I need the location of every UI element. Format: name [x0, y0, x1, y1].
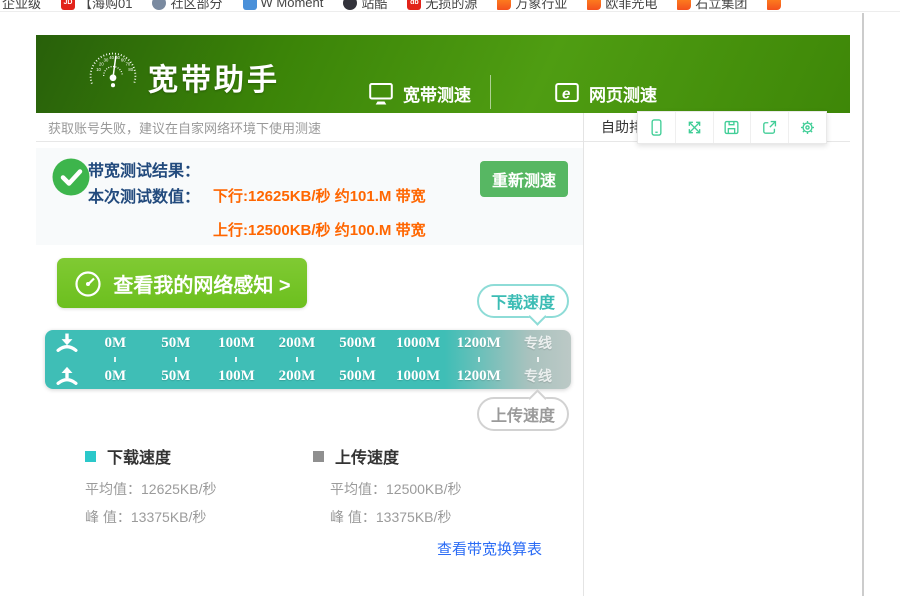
scale-tick — [537, 357, 539, 362]
share-button[interactable] — [751, 112, 789, 143]
svg-text:10: 10 — [96, 67, 101, 72]
svg-text:e: e — [562, 85, 570, 102]
bookmark-item[interactable]: db无损的源 — [407, 0, 477, 12]
result-subtitle: 本次测试数值： — [88, 183, 200, 207]
settings-button[interactable] — [789, 112, 826, 143]
scale-tick — [417, 357, 419, 362]
phone-icon — [647, 118, 666, 137]
retest-button[interactable]: 重新测速 — [480, 161, 568, 197]
svg-text:80: 80 — [128, 67, 133, 72]
download-result-value: 下行:12625KB/秒 约101.M 带宽 — [213, 185, 426, 206]
save-button[interactable] — [714, 112, 752, 143]
floating-toolbar — [637, 111, 827, 144]
ie-browser-icon: e — [554, 82, 580, 106]
success-check-icon — [52, 158, 90, 196]
bookmark-item[interactable]: W Moment — [243, 0, 324, 10]
bookmark-item[interactable]: 企业级 — [2, 0, 41, 12]
flame-icon — [587, 0, 601, 10]
download-average: 平均值：12625KB/秒 — [85, 479, 217, 499]
bandwidth-conversion-link[interactable]: 查看带宽换算表 — [437, 538, 542, 559]
app-title: 宽带助手 — [148, 55, 280, 99]
test-results-panel: 带宽测试结果： 本次测试数值： 下行:12625KB/秒 约101.M 带宽 上… — [36, 148, 583, 245]
bookmark-item[interactable]: 站酷 — [343, 0, 387, 12]
svg-text:30: 30 — [104, 57, 109, 62]
upload-peak: 峰 值：13375KB/秒 — [330, 507, 451, 527]
download-tray-icon — [49, 333, 85, 353]
export-share-icon — [760, 118, 779, 137]
db-icon: db — [407, 0, 421, 10]
mobile-view-button[interactable] — [638, 112, 676, 143]
upload-legend: 上传速度 — [313, 444, 399, 468]
network-perception-button[interactable]: 查看我的网络感知 > — [57, 258, 307, 308]
scale-tick — [175, 357, 177, 362]
download-legend: 下载速度 — [85, 444, 171, 468]
tab-webpage-speedtest[interactable]: e 网页测速 — [554, 81, 657, 106]
bookmark-item[interactable] — [767, 0, 785, 10]
tab-divider — [490, 75, 491, 109]
bookmark-item[interactable]: 社区部分 — [152, 0, 222, 12]
result-title: 带宽测试结果： — [88, 157, 200, 181]
svg-text:70: 70 — [126, 62, 131, 67]
upload-tray-icon — [49, 366, 85, 386]
browser-bookmarks-bar: 企业级 JD【海购01 社区部分 W Moment 站酷 db无损的源 万象行业… — [0, 0, 900, 12]
tab-label: 网页测速 — [589, 81, 657, 106]
jd-icon: JD — [61, 0, 75, 10]
page-scroll-edge — [862, 13, 864, 596]
speedometer-icon: 10 20 30 40 50 60 70 80 — [85, 46, 141, 102]
scale-tick — [478, 357, 480, 362]
flame-icon — [767, 0, 781, 10]
bookmark-item[interactable]: 石立集团 — [677, 0, 747, 12]
download-speed-bubble: 下载速度 — [477, 284, 569, 318]
scale-tick — [114, 357, 116, 362]
gear-icon — [798, 118, 817, 137]
perception-button-label: 查看我的网络感知 > — [113, 269, 290, 298]
tab-broadband-speedtest[interactable]: 宽带测速 — [368, 81, 471, 106]
zcool-icon — [343, 0, 357, 10]
fullscreen-arrows-icon — [685, 118, 704, 137]
upload-legend-swatch — [313, 451, 324, 462]
download-peak: 峰 值：13375KB/秒 — [85, 507, 206, 527]
upload-average: 平均值：12500KB/秒 — [330, 479, 462, 499]
app-header: 10 20 30 40 50 60 70 80 宽带助手 宽带测速 e — [36, 35, 850, 113]
scale-tick — [296, 357, 298, 362]
bookmark-item[interactable]: 欧菲光电 — [587, 0, 657, 12]
upload-speed-bubble: 上传速度 — [477, 397, 569, 431]
svg-text:40: 40 — [109, 55, 114, 60]
broadband-assistant-app: 10 20 30 40 50 60 70 80 宽带助手 宽带测速 e — [36, 35, 850, 596]
bookmark-item[interactable]: 万象行业 — [497, 0, 567, 12]
floppy-save-icon — [722, 118, 741, 137]
scale-tick — [357, 357, 359, 362]
right-panel: 自助排 — [583, 113, 850, 596]
scale-tick — [235, 357, 237, 362]
gauge-clock-icon — [73, 268, 103, 298]
flame-icon — [497, 0, 511, 10]
monitor-icon — [368, 82, 394, 106]
moments-icon — [243, 0, 257, 10]
bookmark-item[interactable]: JD【海购01 — [61, 0, 132, 12]
tab-label: 宽带测速 — [403, 81, 471, 106]
upload-result-value: 上行:12500KB/秒 约100.M 带宽 — [213, 219, 426, 240]
flame-icon — [677, 0, 691, 10]
download-legend-swatch — [85, 451, 96, 462]
speed-scale-bar: 0M 50M 100M 200M 500M 1000M 1200M 专线 0M … — [45, 330, 571, 389]
person-icon — [152, 0, 166, 10]
status-message: 获取账号失败，建议在自家网络环境下使用测速 — [36, 113, 583, 142]
fullscreen-button[interactable] — [676, 112, 714, 143]
